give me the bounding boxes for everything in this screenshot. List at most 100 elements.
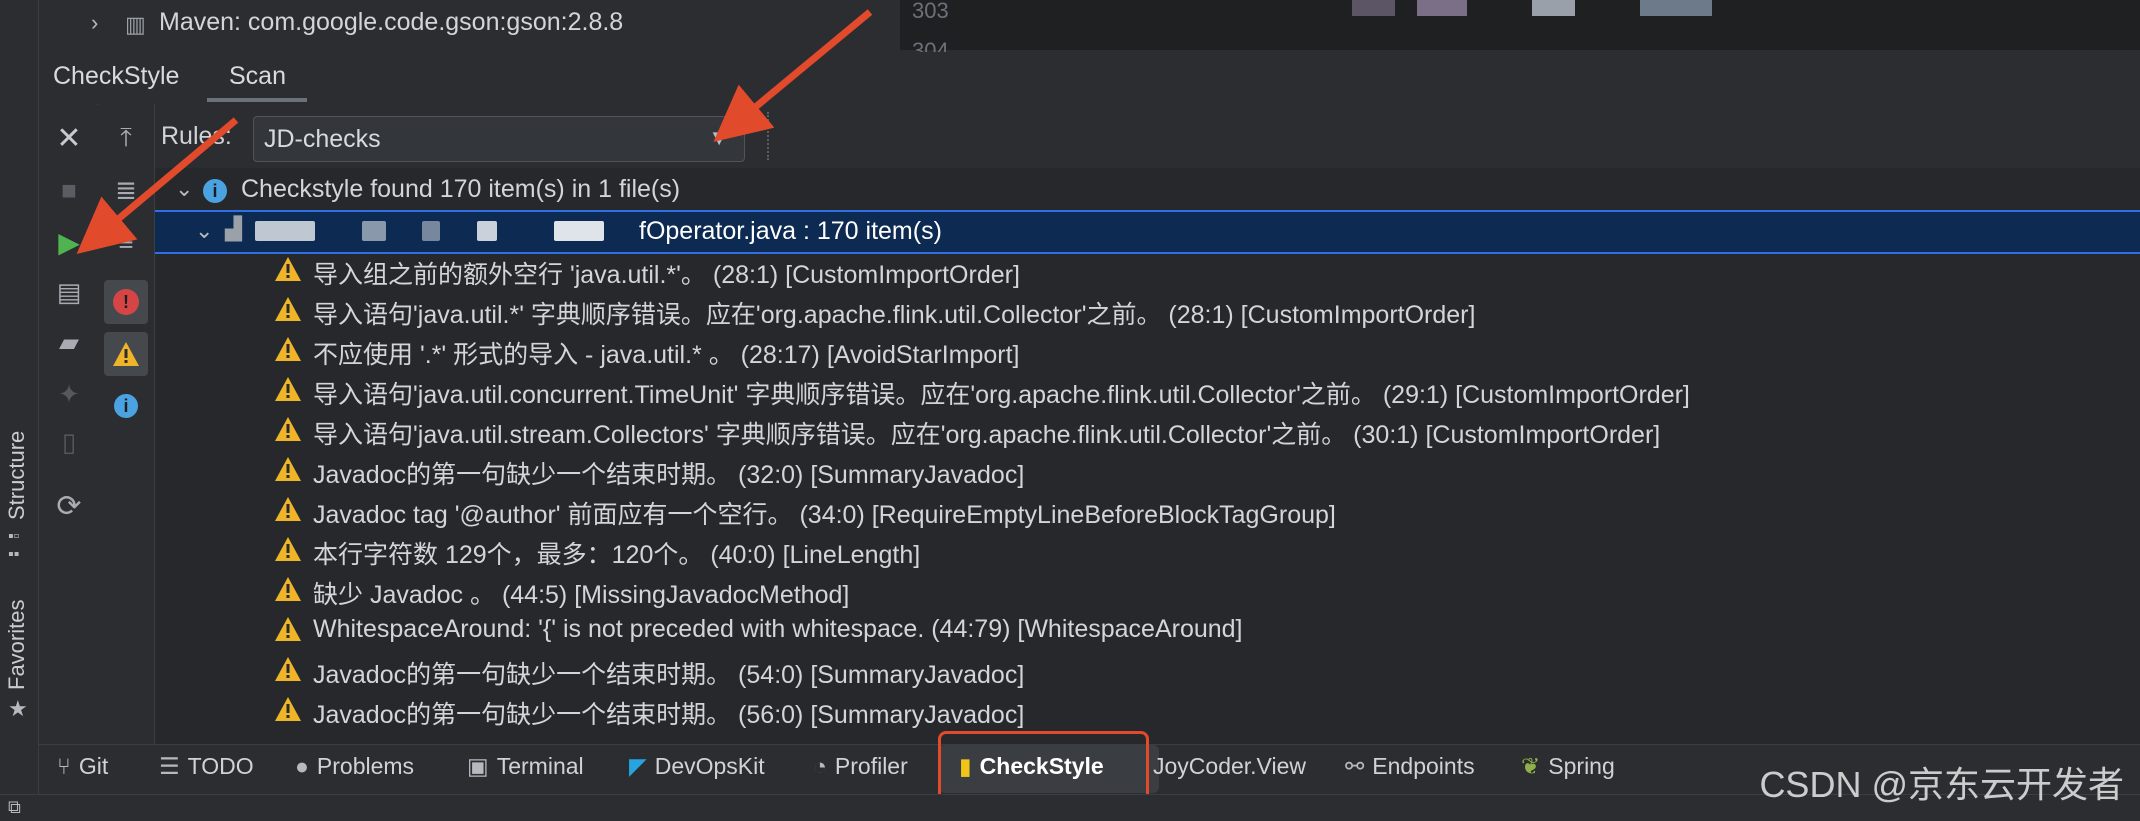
endpoints-icon: ⚯ xyxy=(1345,753,1365,779)
issue-row[interactable]: 不应使用 '.*' 形式的导入 - java.util.* 。 (28:17) … xyxy=(155,330,2140,370)
warning-icon xyxy=(275,497,301,521)
spring-leaf-icon: ❦ xyxy=(1521,753,1541,779)
issue-row[interactable]: Javadoc的第一句缺少一个结束时期。 (56:0) [SummaryJava… xyxy=(155,690,2140,730)
warning-icon xyxy=(275,297,301,321)
issue-row[interactable]: Javadoc的第一句缺少一个结束时期。 (32:0) [SummaryJava… xyxy=(155,450,2140,490)
chevron-down-icon[interactable]: ▼ xyxy=(708,125,730,151)
warning-icon xyxy=(275,537,301,561)
tool-tab-devopskit[interactable]: ◤ DevOpsKit xyxy=(629,753,765,780)
check-module-icon[interactable]: ▤ xyxy=(49,272,89,312)
run-check-button[interactable]: ▶ xyxy=(49,222,89,262)
list-icon: ☰ xyxy=(159,753,180,779)
rules-dropdown[interactable]: JD-checks ▼ xyxy=(253,116,745,162)
maven-library-item[interactable]: Maven: com.google.code.gson:gson:2.8.8 xyxy=(159,8,623,37)
issue-text: Javadoc tag '@author' 前面应有一个空行。 (34:0) [… xyxy=(313,501,1336,529)
chevron-down-icon[interactable]: ⌄ xyxy=(175,176,193,202)
structure-tool-label[interactable]: Structure xyxy=(4,431,30,520)
rules-label: Rules: xyxy=(161,122,232,150)
java-file-icon: ▟ xyxy=(225,216,242,241)
summary-row[interactable]: ⌄ i Checkstyle found 170 item(s) in 1 fi… xyxy=(155,170,2140,210)
issue-text: 导入语句'java.util.concurrent.TimeUnit' 字典顺序… xyxy=(313,381,1690,409)
rules-row: Rules: JD-checks ▼ xyxy=(155,104,2140,169)
tool-tab-problems[interactable]: ● Problems xyxy=(295,753,414,780)
toolbar-separator xyxy=(767,112,771,160)
issue-text: Javadoc的第一句缺少一个结束时期。 (32:0) [SummaryJava… xyxy=(313,461,1025,489)
git-branch-icon: ⑂ xyxy=(57,753,71,779)
issue-text: 缺少 Javadoc 。 (44:5) [MissingJavadocMetho… xyxy=(313,581,850,609)
info-icon: i xyxy=(114,394,138,418)
summary-text: Checkstyle found 170 item(s) in 1 file(s… xyxy=(241,175,681,203)
file-row[interactable]: ⌄ ▟ fOperator.java : 170 item(s) xyxy=(155,210,2140,254)
tab-scan[interactable]: Scan xyxy=(229,62,286,91)
window-toggle-icon[interactable]: ⧉ xyxy=(8,797,21,818)
stop-icon[interactable]: ■ xyxy=(49,170,89,210)
tool-tab-git[interactable]: ⑂ Git xyxy=(57,753,108,780)
warning-icon xyxy=(275,657,301,681)
chevron-right-icon[interactable]: › xyxy=(91,10,98,36)
issue-row[interactable]: Javadoc的第一句缺少一个结束时期。 (54:0) [SummaryJava… xyxy=(155,650,2140,690)
error-icon: ! xyxy=(113,289,139,315)
refresh-icon[interactable]: ⟳ xyxy=(49,486,89,526)
tool-tab-profiler[interactable]: ◔ Profiler xyxy=(813,753,908,780)
problems-icon: ● xyxy=(295,753,309,779)
warning-icon xyxy=(275,377,301,401)
star-icon[interactable]: ★ xyxy=(8,696,28,722)
filter-info-toggle[interactable]: i xyxy=(106,386,146,426)
issue-text: WhitespaceAround: '{' is not preceded wi… xyxy=(313,615,1243,643)
warning-icon xyxy=(275,697,301,721)
tool-tab-terminal[interactable]: ▣ Terminal xyxy=(467,753,584,780)
toolbar-secondary: ⤒ ≣ ≡ ! i xyxy=(98,104,155,744)
file-row-text: fOperator.java : 170 item(s) xyxy=(639,217,942,245)
warning-icon xyxy=(275,337,301,361)
expand-all-icon[interactable]: ≣ xyxy=(106,170,146,210)
collapse-all-icon[interactable]: ≡ xyxy=(106,222,146,262)
clear-icon[interactable]: ▯ xyxy=(49,422,89,462)
tool-tab-joycoder[interactable]: JoyCoder.View xyxy=(1153,753,1306,780)
issue-row[interactable]: 缺少 Javadoc 。 (44:5) [MissingJavadocMetho… xyxy=(155,570,2140,610)
tab-checkstyle[interactable]: CheckStyle xyxy=(53,62,179,91)
issue-text: 导入组之前的额外空行 'java.util.*'。 (28:1) [Custom… xyxy=(313,261,1020,289)
active-tab-indicator xyxy=(207,98,307,102)
close-icon[interactable]: ✕ xyxy=(49,118,89,158)
editor-gutter-strip: 303 304 xyxy=(900,0,2140,63)
check-changed-icon[interactable]: ✦ xyxy=(49,374,89,414)
issue-text: Javadoc的第一句缺少一个结束时期。 (56:0) [SummaryJava… xyxy=(313,701,1025,729)
tool-tab-endpoints[interactable]: ⚯ Endpoints xyxy=(1345,753,1475,780)
results-tree: ⌄ i Checkstyle found 170 item(s) in 1 fi… xyxy=(155,168,2140,744)
warning-icon xyxy=(275,577,301,601)
devopskit-icon: ◤ xyxy=(629,753,647,779)
warning-icon xyxy=(113,342,139,366)
issue-row[interactable]: 导入组之前的额外空行 'java.util.*'。 (28:1) [Custom… xyxy=(155,250,2140,290)
scroll-to-source-icon[interactable]: ⤒ xyxy=(106,118,146,158)
redacted-path xyxy=(255,220,604,248)
issue-row[interactable]: 导入语句'java.util.concurrent.TimeUnit' 字典顺序… xyxy=(155,370,2140,410)
filter-errors-toggle[interactable]: ! xyxy=(104,280,148,324)
issue-row[interactable]: Javadoc tag '@author' 前面应有一个空行。 (34:0) [… xyxy=(155,490,2140,530)
issue-text: 不应使用 '.*' 形式的导入 - java.util.* 。 (28:17) … xyxy=(313,341,1020,369)
issue-row[interactable]: 导入语句'java.util.*' 字典顺序错误。应在'org.apache.f… xyxy=(155,290,2140,330)
tool-tab-spring[interactable]: ❦ Spring xyxy=(1521,753,1615,780)
info-icon: i xyxy=(203,179,227,203)
library-icon: ▥ xyxy=(125,12,146,37)
check-project-icon[interactable]: ▰ xyxy=(49,322,89,362)
favorites-tool-label[interactable]: Favorites xyxy=(4,600,30,690)
watermark: CSDN @京东云开发者 xyxy=(1759,764,2124,805)
structure-icon[interactable]: ▪▫ ▪▪ xyxy=(8,528,19,564)
issue-row[interactable]: 导入语句'java.util.stream.Collectors' 字典顺序错误… xyxy=(155,410,2140,450)
filter-warnings-toggle[interactable] xyxy=(104,332,148,376)
terminal-icon: ▣ xyxy=(467,753,489,779)
tool-window-tabs: CheckStyle Scan xyxy=(39,52,2140,105)
tool-tab-todo[interactable]: ☰ TODO xyxy=(159,753,254,780)
rules-selected-value: JD-checks xyxy=(264,125,381,153)
issue-row[interactable]: 本行字符数 129个，最多：120个。 (40:0) [LineLength] xyxy=(155,530,2140,570)
issue-text: 导入语句'java.util.*' 字典顺序错误。应在'org.apache.f… xyxy=(313,301,1476,329)
toolbar-primary: ✕ ■ ▶ ▤ ▰ ✦ ▯ ⟳ xyxy=(39,104,97,744)
line-number: 303 xyxy=(912,0,949,23)
blurred-code xyxy=(1352,0,1712,16)
issue-text: 导入语句'java.util.stream.Collectors' 字典顺序错误… xyxy=(313,421,1661,449)
issue-row[interactable]: WhitespaceAround: '{' is not preceded wi… xyxy=(155,610,2140,650)
issue-text: Javadoc的第一句缺少一个结束时期。 (54:0) [SummaryJava… xyxy=(313,661,1025,689)
chevron-down-icon[interactable]: ⌄ xyxy=(195,218,213,244)
left-tool-strip: Structure ▪▫ ▪▪ Favorites ★ xyxy=(0,0,39,820)
warning-icon xyxy=(275,457,301,481)
